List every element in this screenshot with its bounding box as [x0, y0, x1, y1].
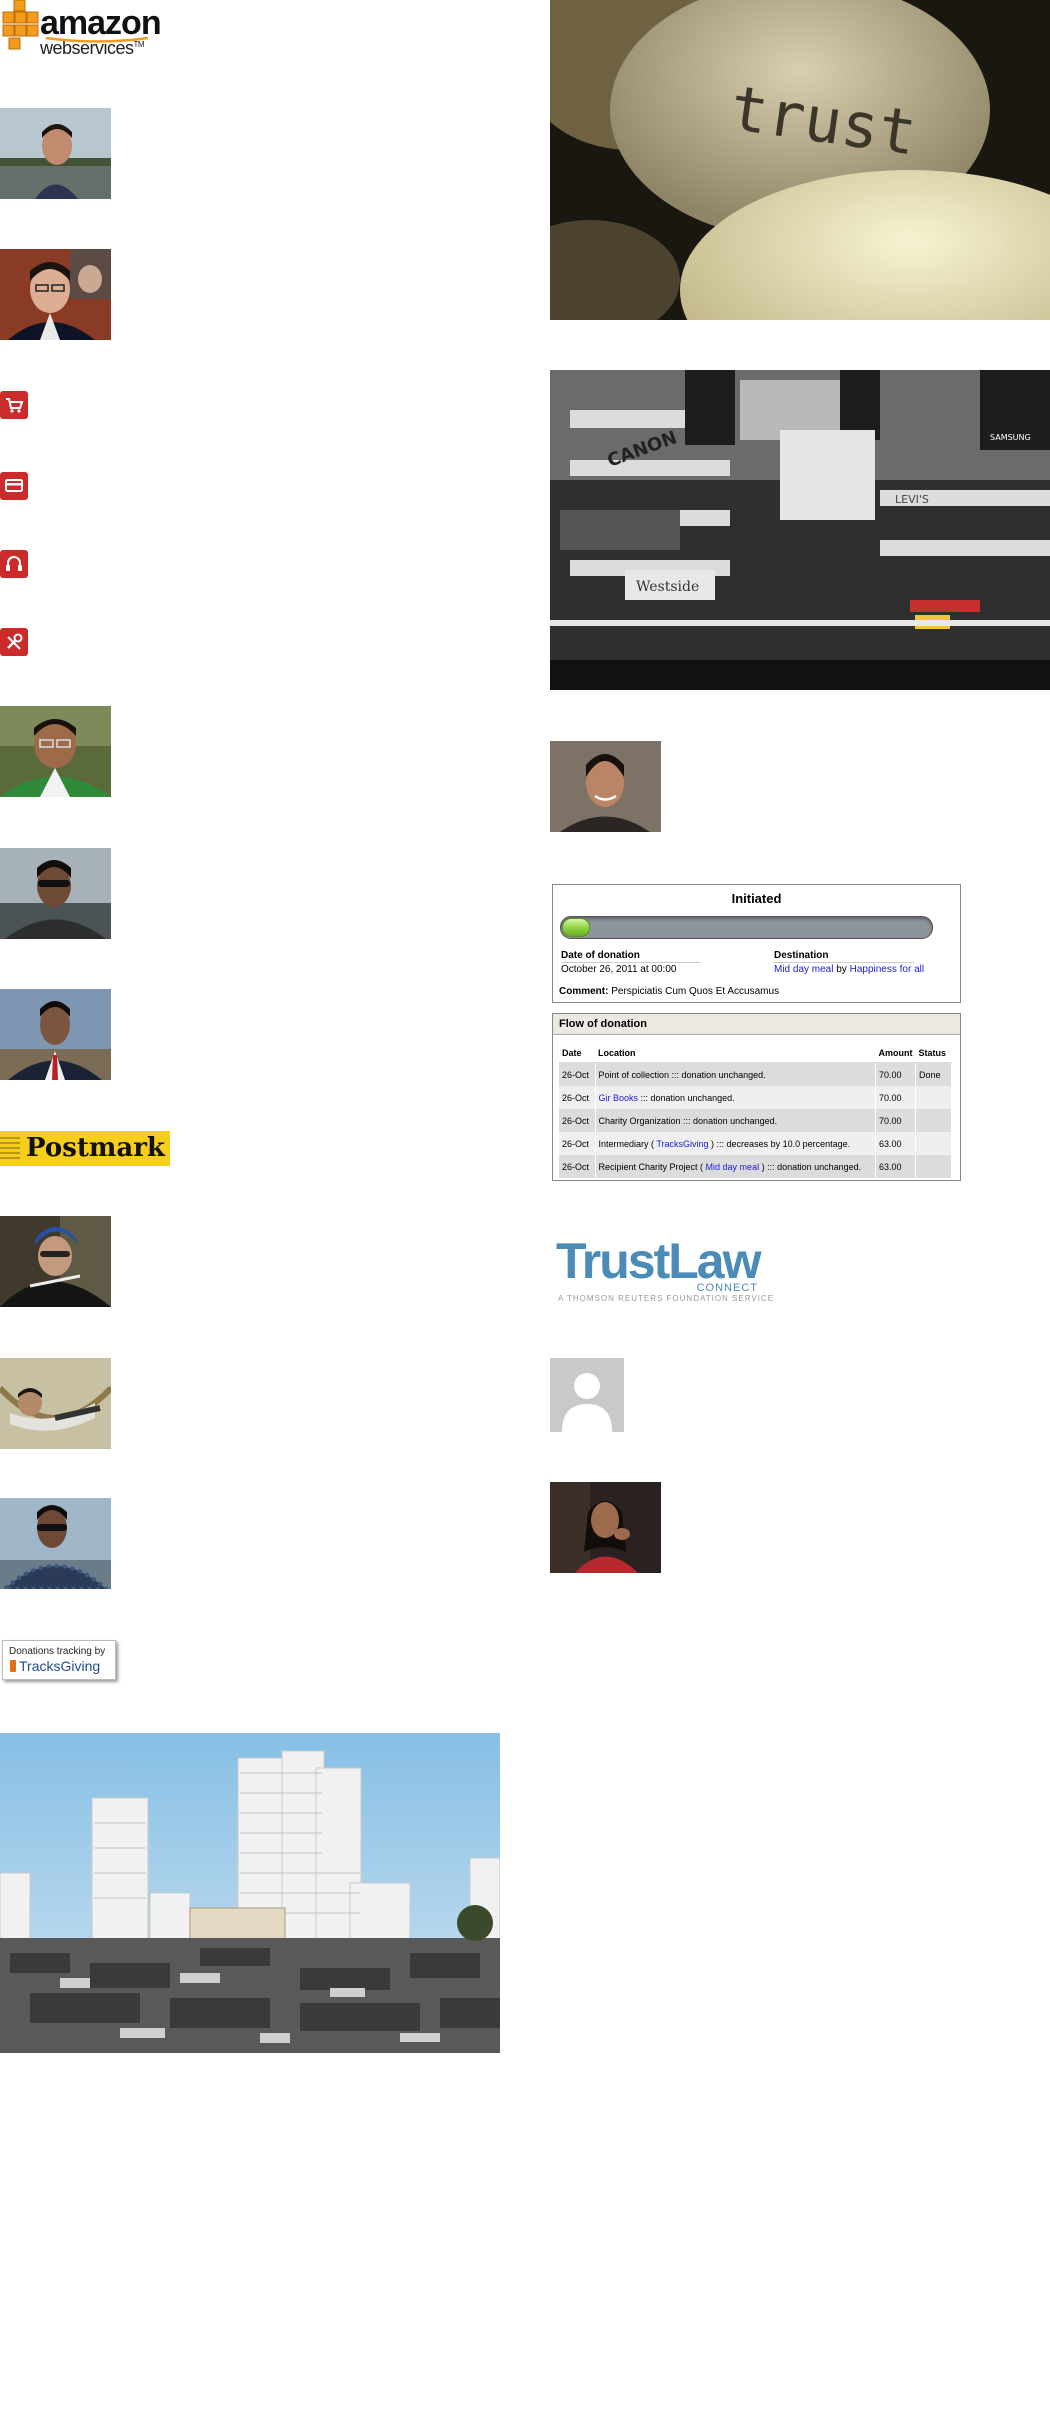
mall-banner-samsung: SAMSUNG [990, 433, 1031, 442]
location-suffix: ::: donation unchanged. [669, 1069, 766, 1080]
location-text: Intermediary ( [598, 1138, 657, 1149]
col-location: Location [595, 1044, 876, 1063]
row-location: Intermediary ( TracksGiving ) ::: decrea… [595, 1132, 876, 1155]
row-location: Recipient Charity Project ( Mid day meal… [595, 1155, 876, 1178]
table-row: 26-Oct Point of collection ::: donation … [559, 1062, 952, 1086]
avatar[interactable] [0, 989, 111, 1080]
row-amount: 70.00 [875, 1109, 916, 1132]
table-row: 26-Oct Gir Books ::: donation unchanged.… [559, 1086, 952, 1109]
row-location: Charity Organization ::: donation unchan… [595, 1109, 876, 1132]
destination-label: Destination [774, 950, 914, 963]
row-location: Point of collection ::: donation unchang… [595, 1062, 876, 1086]
badge-brand: TracksGiving [10, 1658, 100, 1674]
avatar[interactable] [0, 706, 111, 797]
comment-label: Comment: [559, 986, 609, 997]
flow-header: Flow of donation [553, 1014, 960, 1035]
location-link[interactable]: TracksGiving [656, 1139, 708, 1149]
tracksgiving-flame-icon [10, 1660, 16, 1672]
location-text: Point of collection [598, 1069, 670, 1080]
location-text: Charity Organization [598, 1115, 681, 1126]
card-icon[interactable] [0, 472, 28, 500]
row-status [915, 1155, 952, 1178]
row-status [915, 1086, 952, 1109]
location-suffix: ::: donation unchanged. [680, 1115, 778, 1126]
row-amount: 70.00 [875, 1086, 916, 1109]
avatar[interactable] [0, 848, 111, 939]
comment-value: Perspiciatis Cum Quos Et Accusamus [611, 986, 780, 997]
flow-title: Flow of donation [559, 1018, 647, 1030]
avatar[interactable] [0, 108, 111, 199]
row-date: 26-Oct [559, 1062, 596, 1086]
badge-caption: Donations tracking by [9, 1646, 106, 1657]
postmark-logo[interactable]: Postmark [0, 1131, 170, 1166]
mall-banner-westside: Westside [636, 579, 699, 595]
col-status: Status [915, 1044, 952, 1063]
shopping-mall-image: CANON SAMSUNG Westside LEVI'S [550, 370, 1050, 690]
comment-row: Comment: Perspiciatis Cum Quos Et Accusa… [559, 986, 779, 997]
tools-icon[interactable] [0, 628, 28, 656]
tracksgiving-badge[interactable]: Donations tracking by TracksGiving [2, 1640, 116, 1680]
postmark-wordmark: Postmark [26, 1133, 165, 1163]
donation-progress-fill [562, 918, 590, 937]
avatar[interactable] [0, 1358, 111, 1449]
table-row: 26-Oct Recipient Charity Project ( Mid d… [559, 1155, 952, 1178]
row-date: 26-Oct [559, 1109, 596, 1132]
cart-icon[interactable] [0, 391, 28, 419]
postmark-stripes-icon [0, 1137, 20, 1159]
table-row: 26-Oct Charity Organization ::: donation… [559, 1109, 952, 1132]
location-text: Recipient Charity Project ( [598, 1161, 706, 1172]
location-link[interactable]: Gir Books [599, 1093, 639, 1103]
destination-org-link[interactable]: Happiness for all [850, 964, 924, 975]
destination-value: Mid day meal by Happiness for all [774, 964, 924, 975]
avatar[interactable] [0, 1498, 111, 1589]
location-link[interactable]: Mid day meal [706, 1162, 760, 1172]
headset-icon[interactable] [0, 550, 28, 578]
date-of-donation-value: October 26, 2011 at 00:00 [561, 964, 677, 975]
flow-of-donation-panel: Flow of donation Date Location Amount St… [552, 1013, 961, 1181]
avatar[interactable] [0, 249, 111, 340]
row-date: 26-Oct [559, 1155, 596, 1178]
trustlaw-connect: CONNECT [696, 1282, 758, 1294]
row-status [915, 1109, 952, 1132]
row-location: Gir Books ::: donation unchanged. [595, 1086, 876, 1109]
aws-cubes-icon [2, 0, 39, 50]
row-date: 26-Oct [559, 1086, 596, 1109]
trust-stone-image: trust [550, 0, 1050, 320]
trustlaw-connect-logo[interactable]: TrustLaw CONNECT A THOMSON REUTERS FOUND… [556, 1233, 773, 1306]
avatar[interactable] [550, 741, 661, 832]
col-amount: Amount [875, 1044, 916, 1063]
flow-header-row: Date Location Amount Status [559, 1044, 952, 1063]
location-suffix: ) ::: decreases by 10.0 percentage. [708, 1138, 851, 1149]
row-amount: 63.00 [875, 1155, 916, 1178]
avatar[interactable] [550, 1482, 661, 1573]
trustlaw-tagline: A THOMSON REUTERS FOUNDATION SERVICE [558, 1294, 775, 1303]
row-amount: 70.00 [875, 1062, 916, 1086]
col-date: Date [559, 1044, 595, 1063]
row-date: 26-Oct [559, 1132, 596, 1155]
table-row: 26-Oct Intermediary ( TracksGiving ) :::… [559, 1132, 952, 1155]
donation-status-title: Initiated [731, 891, 782, 906]
flow-table: Date Location Amount Status 26-Oct Point… [559, 1044, 952, 1178]
location-suffix: ) ::: donation unchanged. [759, 1161, 862, 1172]
city-skyline-image [0, 1733, 500, 2053]
avatar[interactable] [0, 1216, 111, 1307]
row-status [915, 1132, 952, 1155]
row-status: Done [915, 1062, 952, 1086]
row-amount: 63.00 [875, 1132, 916, 1155]
destination-by: by [836, 964, 847, 975]
location-suffix: ::: donation unchanged. [638, 1092, 735, 1103]
amazon-smile-icon [45, 36, 149, 43]
donation-status-panel: Initiated Date of donation October 26, 2… [552, 884, 961, 1003]
mall-banner-levis: LEVI'S [895, 493, 929, 506]
default-avatar-icon[interactable] [550, 1358, 624, 1432]
destination-project-link[interactable]: Mid day meal [774, 964, 833, 975]
donation-progress-bar [560, 916, 933, 939]
date-of-donation-label: Date of donation [561, 950, 701, 963]
badge-brand-text: TracksGiving [19, 1658, 101, 1674]
amazon-web-services-logo: amazon webservicesTM [0, 0, 170, 62]
